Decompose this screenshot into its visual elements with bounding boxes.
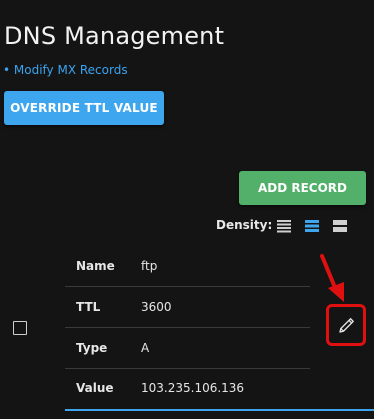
density-label: Density: — [216, 218, 273, 232]
page-title: DNS Management — [4, 22, 225, 50]
arrow-icon — [314, 252, 354, 306]
modify-mx-records-link[interactable]: • Modify MX Records — [3, 63, 128, 77]
row-checkbox[interactable] — [13, 321, 27, 335]
field-value-value: 103.235.106.136 — [141, 381, 245, 395]
pencil-icon — [337, 315, 357, 339]
dns-management-page: DNS Management • Modify MX Records OVERR… — [0, 0, 374, 419]
field-value-name: ftp — [141, 259, 158, 273]
table-bottom-border — [65, 409, 374, 411]
edit-record-button[interactable] — [330, 306, 364, 348]
row-divider — [65, 368, 310, 369]
density-comfortable-icon[interactable] — [332, 218, 348, 234]
row-divider — [65, 327, 310, 328]
row-divider — [65, 286, 310, 287]
field-value-ttl: 3600 — [141, 300, 172, 314]
field-label-type: Type — [76, 341, 108, 355]
field-label-value: Value — [76, 381, 114, 395]
density-compact-icon[interactable] — [276, 218, 292, 234]
override-ttl-button[interactable]: OVERRIDE TTL VALUE — [4, 91, 164, 125]
field-value-type: A — [141, 341, 150, 355]
field-label-ttl: TTL — [76, 300, 101, 314]
density-standard-icon[interactable] — [304, 218, 320, 234]
field-label-name: Name — [76, 259, 115, 273]
add-record-button[interactable]: ADD RECORD — [239, 171, 366, 205]
